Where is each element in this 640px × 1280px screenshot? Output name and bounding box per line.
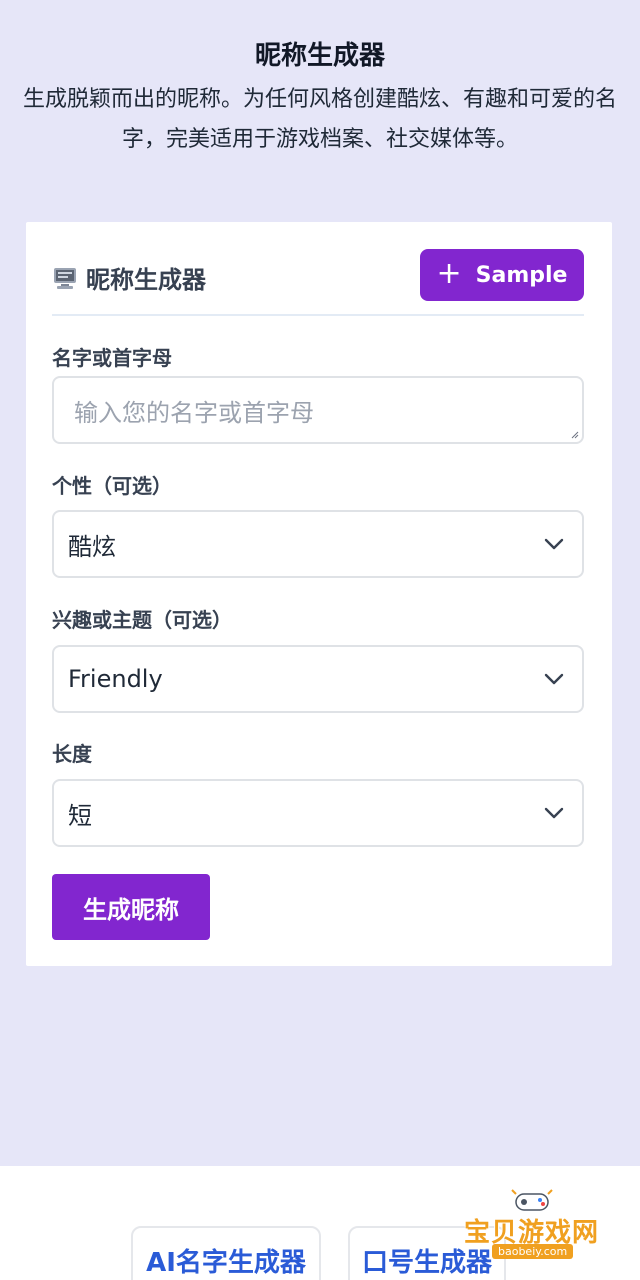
length-label: 长度 [52, 742, 92, 766]
personality-select[interactable]: 酷炫 [52, 510, 584, 578]
sample-button[interactable]: + Sample [420, 249, 584, 301]
personality-value: 酷炫 [68, 532, 116, 561]
watermark-url: baobeiy.com [492, 1244, 574, 1259]
name-label: 名字或首字母 [52, 346, 172, 370]
personality-label: 个性（可选） [52, 474, 172, 498]
card-title: 昵称生成器 [52, 260, 206, 295]
page: 昵称生成器 生成脱颖而出的昵称。为任何风格创建酷炫、有趣和可爱的名字，完美适用于… [0, 0, 640, 1280]
chevron-down-icon [544, 538, 564, 550]
watermark: 宝贝游戏网 baobeiy.com [458, 1186, 608, 1266]
computer-icon [54, 267, 76, 289]
hero: 昵称生成器 生成脱颖而出的昵称。为任何风格创建酷炫、有趣和可爱的名字，完美适用于… [20, 38, 620, 160]
interest-select[interactable]: Friendly [52, 645, 584, 713]
plus-icon: + [436, 255, 462, 291]
generator-card: 昵称生成器 + Sample 名字或首字母 输入您的名字或首字母 个性（可选） … [26, 222, 612, 966]
name-input-placeholder: 输入您的名字或首字母 [74, 398, 314, 427]
card-content: 昵称生成器 + Sample 名字或首字母 输入您的名字或首字母 个性（可选） … [52, 222, 584, 940]
page-title: 昵称生成器 [254, 41, 385, 71]
gamepad-icon [511, 1189, 553, 1211]
length-select[interactable]: 短 [52, 779, 584, 847]
page-description: 生成脱颖而出的昵称。为任何风格创建酷炫、有趣和可爱的名字，完美适用于游戏档案、社… [22, 87, 617, 152]
name-input[interactable]: 输入您的名字或首字母 [52, 376, 584, 444]
sample-button-label: Sample [475, 262, 568, 288]
length-value: 短 [68, 801, 92, 830]
chevron-down-icon [544, 807, 564, 819]
footer-link-ai-name-generator[interactable]: AI名字生成器 [131, 1226, 321, 1280]
card-title-text: 昵称生成器 [86, 266, 206, 294]
resize-grip-icon[interactable] [571, 431, 579, 439]
card-header: 昵称生成器 + Sample [52, 222, 584, 316]
generate-button[interactable]: 生成昵称 [52, 874, 210, 940]
chevron-down-icon [544, 673, 564, 685]
interest-value: Friendly [68, 665, 163, 693]
interest-label: 兴趣或主题（可选） [52, 608, 232, 632]
